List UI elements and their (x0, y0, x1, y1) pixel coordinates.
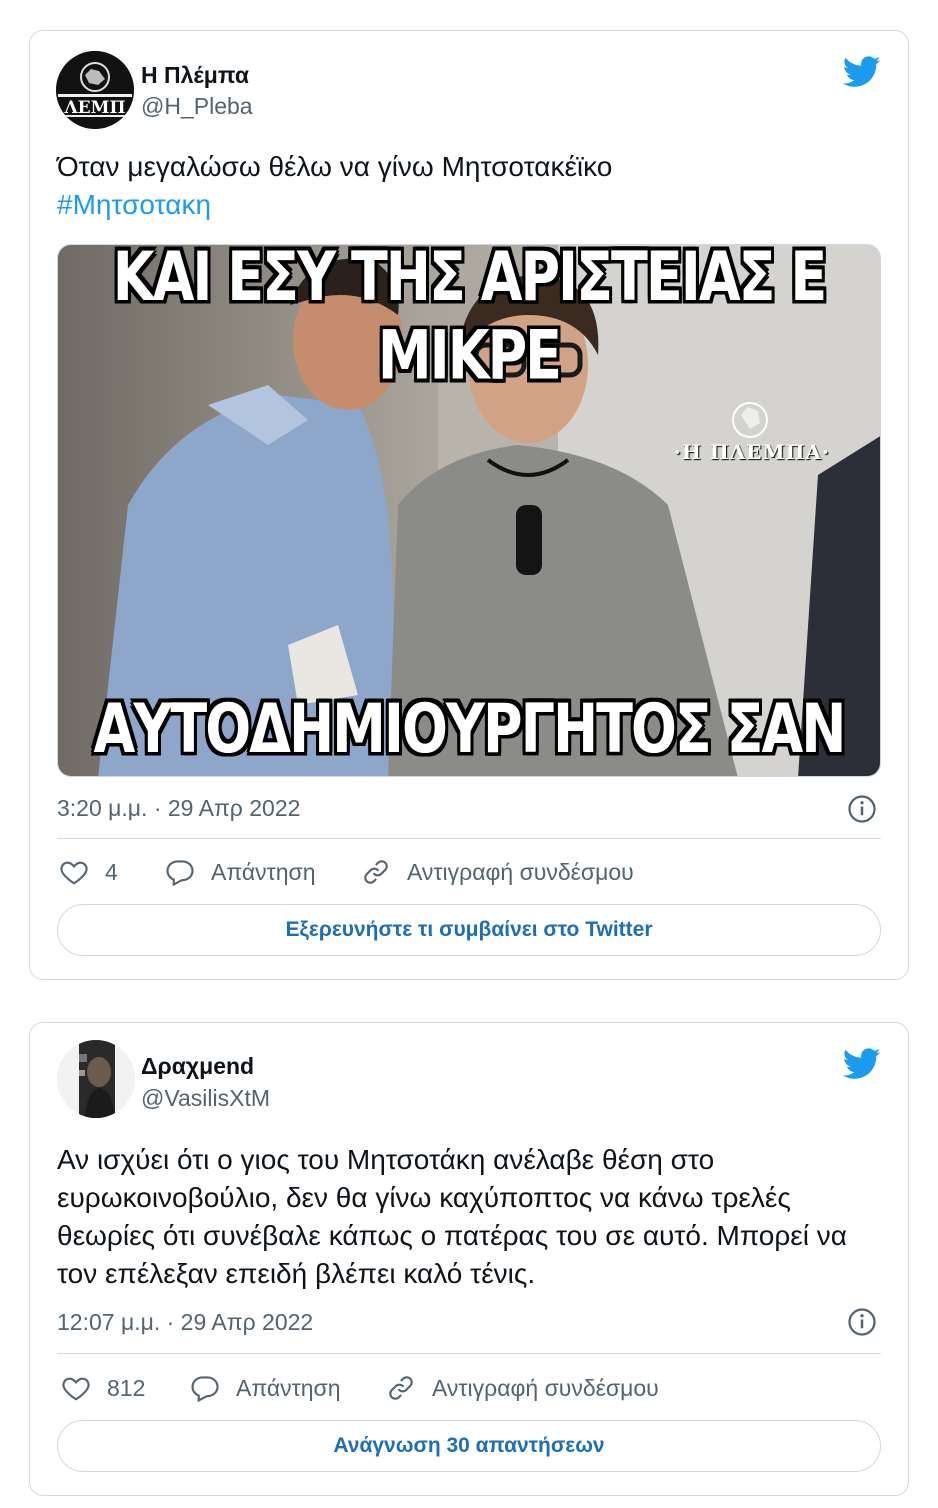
reply-button[interactable]: Απάντηση (190, 1371, 341, 1405)
hashtag-link[interactable]: #Μητσοτακη (57, 186, 877, 224)
image-watermark: ·Η ΠΛΕΜΠΑ· (674, 440, 830, 464)
tweet-timestamp[interactable]: 12:07 μ.μ. · 29 Απρ 2022 (57, 1309, 313, 1336)
tweet-timestamp[interactable]: 3:20 μ.μ. · 29 Απρ 2022 (57, 795, 300, 822)
meme-caption-bottom: ΑΥΤΟΔΗΜΙΟΥΡΓΗΤΟΣ ΣΑΝ ΚΑΙ ΣΕΝΑ (93, 689, 847, 776)
tweet-card[interactable]: Δραχμend @VasilisXtM Αν ισχύει ότι ο γιο… (29, 1022, 909, 1496)
reply-label: Απάντηση (211, 858, 316, 885)
link-icon (364, 860, 388, 884)
avatar[interactable] (57, 1040, 135, 1118)
tweet-image[interactable]: ΚΑΙ ΕΣΥ ΤΗΣ ΑΡΙΣΤΕΙΑΣ Ε ΜΙΚΡΕ ·Η ΠΛΕΜΠΑ·… (57, 244, 881, 777)
read-replies-button[interactable]: Ανάγνωση 30 απαντήσεων (57, 1420, 881, 1472)
divider (57, 1353, 881, 1354)
link-icon (389, 1376, 413, 1400)
copy-link-button[interactable]: Αντιγραφή συνδέσμου (386, 1371, 659, 1405)
tweet-card[interactable]: ΛΕΜΠ Η Πλέμπα @H_Pleba Όταν μεγαλώσω θέλ… (29, 30, 909, 980)
avatar[interactable]: ΛΕΜΠ (56, 51, 134, 129)
like-count: 812 (107, 1374, 146, 1401)
reply-bubble-icon (191, 1376, 219, 1403)
author-name[interactable]: Δραχμend (141, 1053, 254, 1080)
tweet-body: Όταν μεγαλώσω θέλω να γίνω Μητσοτακέϊκο (57, 151, 613, 182)
copy-link-button[interactable]: Αντιγραφή συνδέσμου (361, 855, 634, 889)
author-handle[interactable]: @H_Pleba (141, 93, 253, 120)
info-icon[interactable] (847, 794, 877, 824)
copy-link-label: Αντιγραφή συνδέσμου (432, 1374, 659, 1401)
author-handle[interactable]: @VasilisXtM (141, 1085, 270, 1112)
explore-twitter-button[interactable]: Εξερευνήστε τι συμβαίνει στο Twitter (57, 904, 881, 956)
author-name[interactable]: Η Πλέμπα (141, 62, 249, 89)
like-button[interactable]: 812 (61, 1371, 145, 1405)
like-count: 4 (105, 858, 118, 885)
like-button[interactable]: 4 (59, 855, 118, 889)
twitter-bird-icon[interactable] (843, 56, 881, 88)
info-icon[interactable] (847, 1307, 877, 1337)
tweet-text: Όταν μεγαλώσω θέλω να γίνω Μητσοτακέϊκο … (57, 148, 877, 224)
divider (57, 838, 881, 839)
meme-caption-top: ΚΑΙ ΕΣΥ ΤΗΣ ΑΡΙΣΤΕΙΑΣ Ε ΜΙΚΡΕ (112, 244, 827, 395)
copy-link-label: Αντιγραφή συνδέσμου (407, 858, 634, 885)
reply-bubble-icon (166, 860, 194, 887)
avatar-logo-text: ΛΕΜΠ (63, 98, 125, 118)
heart-icon (62, 1377, 90, 1401)
twitter-bird-icon[interactable] (843, 1048, 881, 1080)
heart-icon (60, 861, 88, 885)
reply-label: Απάντηση (236, 1374, 341, 1401)
reply-button[interactable]: Απάντηση (165, 855, 316, 889)
tweet-text: Αν ισχύει ότι ο γιος του Μητσοτάκη ανέλα… (57, 1144, 847, 1289)
